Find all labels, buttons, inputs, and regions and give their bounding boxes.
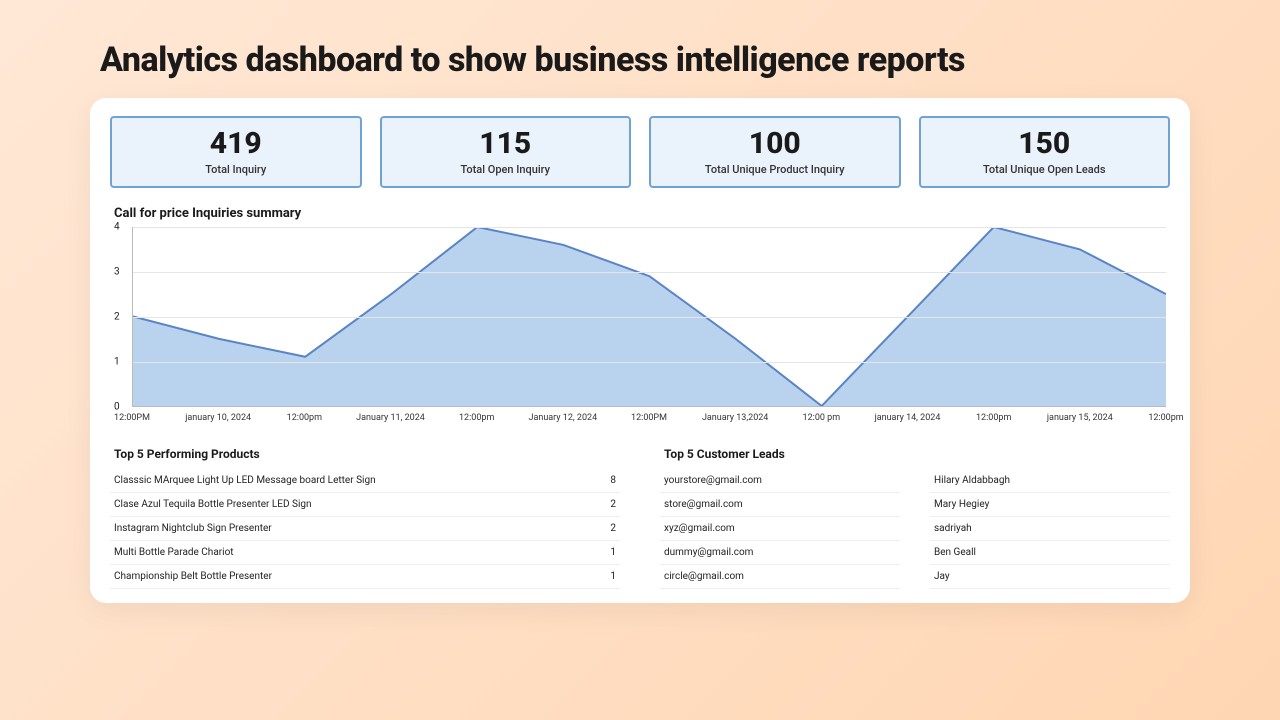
stat-value: 419: [118, 126, 354, 161]
x-tick: January 11, 2024: [356, 413, 425, 423]
table-row: Instagram Nightclub Sign Presenter 2: [110, 517, 620, 541]
y-tick: 1: [114, 357, 120, 368]
stat-label: Total Unique Open Leads: [927, 163, 1163, 176]
grid-line: [133, 362, 1166, 363]
x-tick: 12:00pm: [976, 413, 1011, 423]
lead-email: yourstore@gmail.com: [664, 475, 762, 486]
table-row: Championship Belt Bottle Presenter 1: [110, 565, 620, 589]
stat-label: Total Unique Product Inquiry: [657, 163, 893, 176]
grid-line: [133, 317, 1166, 318]
product-count: 2: [610, 523, 616, 534]
x-axis: 12:00PM january 10, 2024 12:00pm January 11…: [132, 413, 1166, 433]
table-row: Jay: [930, 565, 1170, 589]
x-tick: january 14, 2024: [875, 413, 941, 423]
table-row: Mary Hegiey: [930, 493, 1170, 517]
tables-row: Top 5 Performing Products Classsic MArqu…: [110, 447, 1170, 589]
grid-line: [133, 272, 1166, 273]
inquiries-chart: 01234 12:00PMjanuary 10, 202412:00pmJanu…: [114, 227, 1170, 437]
table-row: Clase Azul Tequila Bottle Presenter LED …: [110, 493, 620, 517]
leads-emails-col: yourstore@gmail.com store@gmail.com xyz@gm…: [660, 469, 900, 589]
top-leads-title: Top 5 Customer Leads: [660, 447, 1170, 461]
table-row: Hilary Aldabbagh: [930, 469, 1170, 493]
chart-title: Call for price Inquiries summary: [114, 206, 1170, 221]
lead-email: xyz@gmail.com: [664, 523, 735, 534]
product-name: Instagram Nightclub Sign Presenter: [114, 523, 272, 534]
lead-name: Hilary Aldabbagh: [934, 475, 1010, 486]
table-row: yourstore@gmail.com: [660, 469, 900, 493]
x-tick: 12:00PM: [631, 413, 667, 423]
product-count: 8: [610, 475, 616, 486]
product-name: Multi Bottle Parade Chariot: [114, 547, 234, 558]
stat-value: 150: [927, 126, 1163, 161]
table-row: Classsic MArquee Light Up LED Message bo…: [110, 469, 620, 493]
stat-label: Total Open Inquiry: [388, 163, 624, 176]
top-products-title: Top 5 Performing Products: [110, 447, 620, 461]
product-name: Clase Azul Tequila Bottle Presenter LED …: [114, 499, 312, 510]
product-count: 2: [610, 499, 616, 510]
table-row: Multi Bottle Parade Chariot 1: [110, 541, 620, 565]
stat-label: Total Inquiry: [118, 163, 354, 176]
x-tick: january 15, 2024: [1047, 413, 1113, 423]
product-name: Championship Belt Bottle Presenter: [114, 571, 272, 582]
table-row: store@gmail.com: [660, 493, 900, 517]
product-count: 1: [610, 547, 616, 558]
y-tick: 0: [114, 402, 120, 413]
leads-names-col: Hilary Aldabbagh Mary Hegiey sadriyah Ben G…: [930, 469, 1170, 589]
lead-name: Mary Hegiey: [934, 499, 989, 510]
top-leads-block: Top 5 Customer Leads yourstore@gmail.com…: [660, 447, 1170, 589]
stat-value: 115: [388, 126, 624, 161]
x-tick: January 13,2024: [702, 413, 768, 423]
top-products-block: Top 5 Performing Products Classsic MArqu…: [110, 447, 620, 589]
x-tick: January 12, 2024: [528, 413, 597, 423]
lead-name: Jay: [934, 571, 950, 582]
stat-total-inquiry: 419 Total Inquiry: [110, 116, 362, 188]
x-tick: 12:00pm: [459, 413, 494, 423]
lead-email: store@gmail.com: [664, 499, 743, 510]
page-title: Analytics dashboard to show business int…: [0, 0, 1280, 98]
table-row: xyz@gmail.com: [660, 517, 900, 541]
y-tick: 3: [114, 267, 120, 278]
grid-line: [133, 227, 1166, 228]
stat-unique-product-inquiry: 100 Total Unique Product Inquiry: [649, 116, 901, 188]
lead-email: circle@gmail.com: [664, 571, 744, 582]
product-name: Classsic MArquee Light Up LED Message bo…: [114, 475, 376, 486]
dashboard-card: 419 Total Inquiry 115 Total Open Inquiry…: [90, 98, 1190, 603]
y-tick: 2: [114, 312, 120, 323]
x-tick: 12:00PM: [114, 413, 150, 423]
stat-value: 100: [657, 126, 893, 161]
table-row: dummy@gmail.com: [660, 541, 900, 565]
products-list: Classsic MArquee Light Up LED Message bo…: [110, 469, 620, 589]
table-row: circle@gmail.com: [660, 565, 900, 589]
stat-row: 419 Total Inquiry 115 Total Open Inquiry…: [110, 116, 1170, 188]
product-count: 1: [610, 571, 616, 582]
y-axis: 01234: [114, 227, 130, 407]
lead-name: sadriyah: [934, 523, 972, 534]
leads-columns: yourstore@gmail.com store@gmail.com xyz@gm…: [660, 469, 1170, 589]
x-tick: 12:00pm: [287, 413, 322, 423]
lead-name: Ben Geall: [934, 547, 976, 558]
table-row: Ben Geall: [930, 541, 1170, 565]
x-tick: 12:00 pm: [803, 413, 841, 423]
y-tick: 4: [114, 222, 120, 233]
x-tick: january 10, 2024: [185, 413, 251, 423]
x-tick: 12:00pm: [1148, 413, 1183, 423]
stat-total-open-inquiry: 115 Total Open Inquiry: [380, 116, 632, 188]
table-row: sadriyah: [930, 517, 1170, 541]
lead-email: dummy@gmail.com: [664, 547, 753, 558]
chart-plot: [132, 227, 1166, 407]
stat-unique-open-leads: 150 Total Unique Open Leads: [919, 116, 1171, 188]
